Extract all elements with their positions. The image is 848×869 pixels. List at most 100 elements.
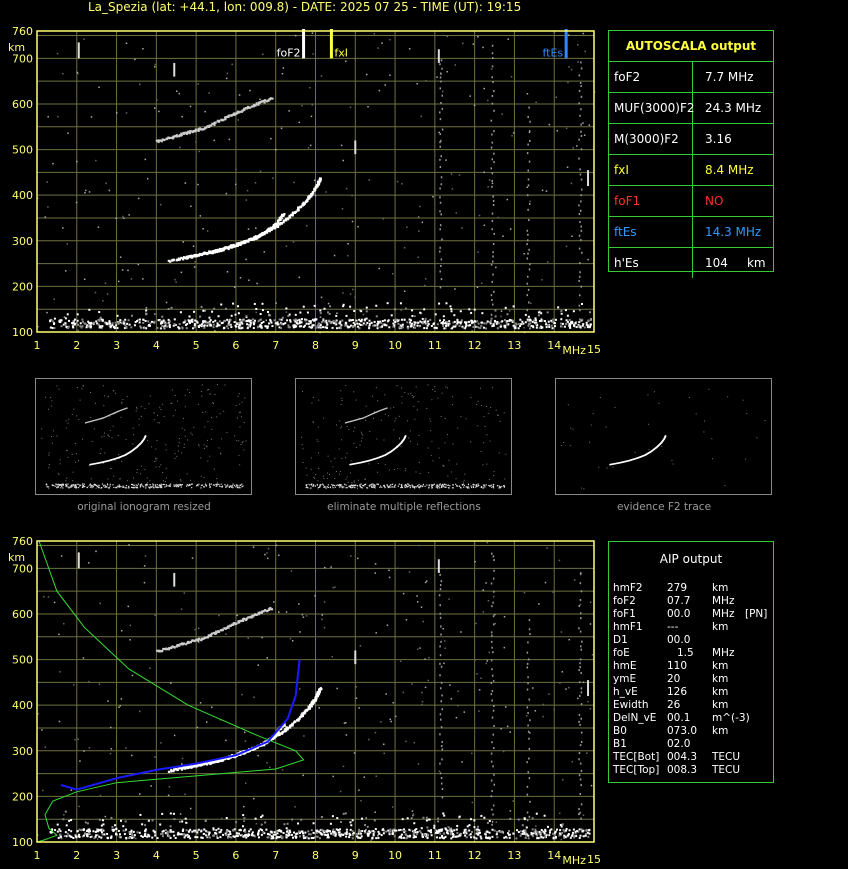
es-dot bbox=[102, 823, 105, 826]
es-dot bbox=[265, 828, 268, 831]
thumb-noise-dot bbox=[724, 485, 726, 487]
thumb-noise-dot bbox=[153, 412, 155, 414]
es-dot bbox=[438, 836, 441, 839]
noise-dot bbox=[265, 319, 268, 322]
noise-dot bbox=[275, 302, 277, 304]
noise-dot bbox=[253, 696, 255, 698]
es-dot bbox=[488, 831, 491, 834]
noise-dot bbox=[411, 810, 414, 812]
thumb-es-dot bbox=[52, 484, 55, 487]
noise-dot bbox=[154, 614, 156, 617]
noise-dot bbox=[555, 96, 557, 99]
es-dot bbox=[400, 833, 403, 836]
noise-dot bbox=[476, 286, 479, 289]
thumb-noise-dot bbox=[126, 395, 128, 397]
noise-dot bbox=[526, 243, 528, 246]
es-dot bbox=[286, 822, 289, 825]
es-dot bbox=[469, 833, 472, 836]
noise-dot bbox=[495, 266, 497, 269]
noise-dot bbox=[579, 630, 582, 633]
es-dot bbox=[237, 322, 240, 325]
thumb-noise-dot bbox=[599, 397, 601, 399]
noise-dot bbox=[506, 725, 509, 728]
es-dot bbox=[225, 817, 228, 820]
noise-dot bbox=[84, 189, 87, 192]
thumb-noise-dot bbox=[411, 394, 413, 396]
noise-dot bbox=[243, 820, 245, 822]
noise-dot bbox=[485, 662, 488, 665]
noise-dot bbox=[368, 179, 370, 181]
es-dot bbox=[425, 819, 428, 822]
noise-dot bbox=[440, 726, 443, 729]
noise-dot bbox=[439, 141, 441, 144]
thumb-noise-dot bbox=[76, 415, 78, 417]
noise-dot bbox=[490, 146, 493, 149]
es-dot bbox=[372, 830, 375, 833]
noise-dot bbox=[381, 42, 383, 44]
es-dot bbox=[437, 820, 440, 823]
es-dot bbox=[480, 324, 483, 327]
noise-dot bbox=[243, 805, 245, 808]
thumb-noise-dot bbox=[239, 411, 241, 413]
es-dot bbox=[450, 310, 453, 313]
thumb-es-dot bbox=[379, 485, 382, 487]
noise-dot bbox=[580, 178, 583, 181]
es-dot bbox=[447, 826, 450, 829]
thumb-noise-dot bbox=[314, 477, 316, 479]
noise-dot bbox=[340, 144, 343, 147]
noise-dot bbox=[589, 623, 592, 625]
es-dot bbox=[65, 824, 68, 827]
thumb-noise-dot bbox=[132, 427, 134, 429]
thumb-es-dot bbox=[235, 486, 237, 488]
thumb-es-dot bbox=[149, 484, 151, 486]
es-dot bbox=[181, 820, 184, 823]
es-dot bbox=[566, 314, 569, 317]
es-dot bbox=[573, 324, 576, 327]
thumb-noise-dot bbox=[184, 429, 186, 431]
es-dot bbox=[279, 327, 282, 330]
thumb-es-dot bbox=[225, 486, 227, 489]
noise-dot bbox=[56, 52, 59, 55]
thumb-es-dot bbox=[98, 486, 100, 489]
noise-dot bbox=[579, 658, 582, 661]
thumb-es-dot bbox=[342, 487, 344, 489]
noise-dot bbox=[580, 130, 582, 133]
es-dot bbox=[101, 819, 104, 822]
es-dot bbox=[524, 321, 527, 324]
thumb-es-dot bbox=[165, 484, 167, 486]
es-dot bbox=[455, 835, 458, 838]
noise-dot bbox=[538, 603, 540, 605]
noise-dot bbox=[491, 668, 493, 671]
es-dot bbox=[328, 319, 331, 322]
es-dot bbox=[63, 835, 66, 838]
es-dot bbox=[352, 321, 355, 324]
noise-dot bbox=[529, 263, 531, 266]
noise-dot bbox=[579, 262, 581, 265]
thumb-noise-dot bbox=[203, 444, 205, 446]
noise-dot bbox=[491, 808, 493, 811]
noise-dot bbox=[288, 110, 290, 112]
es-dot bbox=[283, 823, 286, 826]
noise-dot bbox=[309, 144, 312, 147]
es-dot bbox=[128, 323, 131, 326]
thumb-noise-dot bbox=[181, 452, 183, 454]
thumb-noise-dot bbox=[419, 473, 421, 475]
es-dot bbox=[339, 325, 342, 328]
noise-dot bbox=[226, 271, 229, 273]
thumb-noise-dot bbox=[302, 448, 304, 450]
noise-dot bbox=[490, 313, 493, 316]
thumb-es-dot bbox=[431, 484, 434, 487]
es-dot bbox=[375, 304, 378, 307]
es-dot bbox=[550, 324, 553, 327]
thumb-es-dot bbox=[332, 487, 334, 489]
es-dot bbox=[293, 831, 296, 834]
thumb-es-dot bbox=[456, 485, 458, 487]
es-dot bbox=[572, 828, 575, 831]
es-dot bbox=[242, 814, 245, 817]
noise-dot bbox=[195, 141, 197, 143]
es-dot bbox=[373, 819, 376, 822]
thumb-es-dot bbox=[133, 487, 136, 489]
es-dot bbox=[401, 829, 404, 832]
noise-dot bbox=[424, 80, 427, 82]
thumb-noise-dot bbox=[429, 418, 431, 420]
